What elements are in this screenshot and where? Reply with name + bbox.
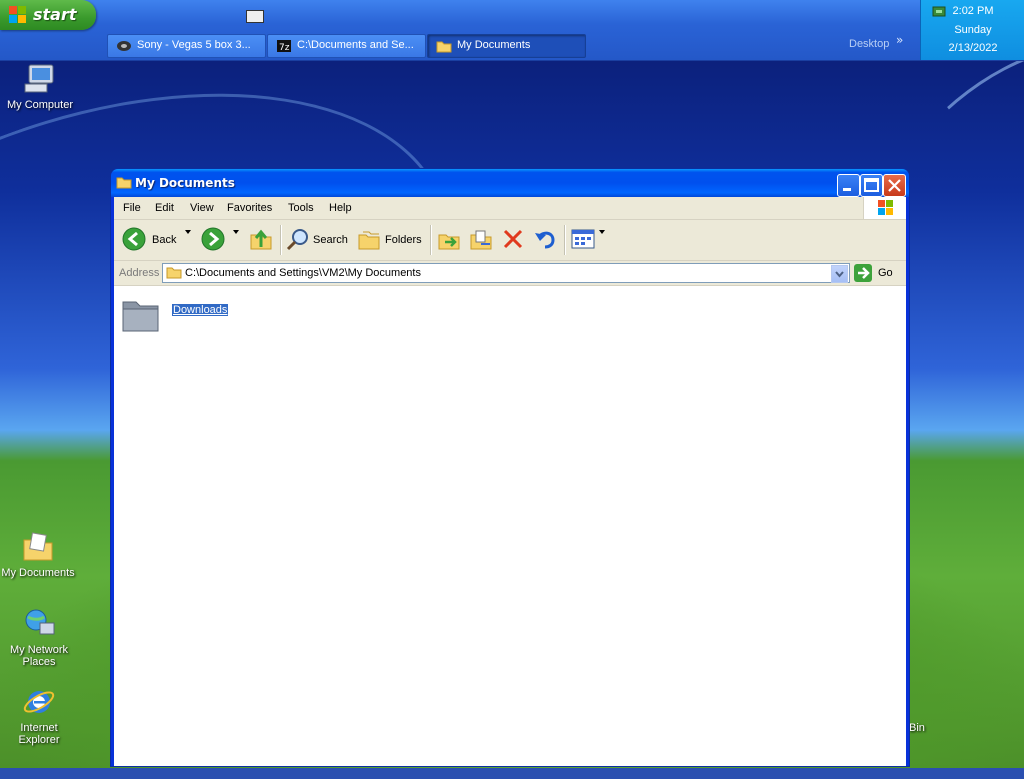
go-arrow-icon <box>854 264 872 282</box>
delete-button[interactable] <box>501 227 527 253</box>
search-icon <box>286 229 308 251</box>
address-label: Address <box>119 267 160 279</box>
up-button[interactable] <box>249 227 275 253</box>
documents-folder-icon <box>21 530 55 564</box>
copy-to-button[interactable] <box>469 227 495 253</box>
back-button[interactable]: Back <box>122 227 184 253</box>
folders-icon <box>358 231 380 250</box>
icon-label: My Computer <box>6 99 74 111</box>
icon-label-line-2: Places <box>22 656 56 668</box>
delete-icon <box>503 229 523 249</box>
move-to-folder-icon <box>438 234 460 250</box>
toolbar-separator <box>430 225 432 255</box>
folders-label: Folders <box>385 234 422 246</box>
go-button[interactable]: Go <box>854 264 902 282</box>
close-button[interactable] <box>883 174 906 197</box>
undo-button[interactable] <box>533 227 559 253</box>
menu-file[interactable]: File <box>123 202 141 214</box>
windows-flag-icon <box>9 6 27 24</box>
icon-label-line-1: Internet <box>20 722 58 734</box>
address-bar: Address C:\Documents and Settings\VM2\My… <box>114 261 906 286</box>
task-label: Sony - Vegas 5 box 3... <box>137 39 251 51</box>
views-icon <box>571 229 595 249</box>
move-to-button[interactable] <box>437 227 463 253</box>
forward-dropdown-icon[interactable] <box>233 230 239 234</box>
forward-button[interactable] <box>201 227 227 253</box>
icon-label-line-1: My Network <box>9 644 69 656</box>
file-list-view[interactable]: Downloads <box>114 286 906 766</box>
system-tray: 2:02 PM Sunday 2/13/2022 <box>920 0 1024 60</box>
views-dropdown-icon[interactable] <box>599 230 605 234</box>
recycle-bin-label[interactable]: Bin <box>909 722 925 734</box>
chevron-icon[interactable]: » <box>896 33 903 47</box>
menu-favorites[interactable]: Favorites <box>227 202 272 214</box>
vegas-icon <box>116 39 132 53</box>
forward-arrow-icon <box>201 227 225 251</box>
desktop-toolbar-link[interactable]: Desktop <box>849 38 889 50</box>
window-client-area: File Edit View Favorites Tools Help Back <box>114 197 906 766</box>
icon-label-line-2: Explorer <box>18 734 60 746</box>
internet-explorer-icon <box>22 685 56 719</box>
clock-time[interactable]: 2:02 PM <box>921 5 1024 17</box>
folder-up-icon <box>250 229 272 250</box>
address-dropdown-button[interactable] <box>831 265 848 283</box>
menu-view[interactable]: View <box>190 202 214 214</box>
undo-icon <box>535 231 555 249</box>
start-button[interactable]: start <box>0 0 96 30</box>
title-bar[interactable]: My Documents <box>111 169 909 197</box>
menu-edit[interactable]: Edit <box>155 202 174 214</box>
folder-icon <box>116 176 132 189</box>
back-arrow-icon <box>122 227 146 251</box>
taskbar-button-vegas[interactable]: Sony - Vegas 5 box 3... <box>107 34 266 58</box>
taskbar-button-7zip[interactable]: 7z C:\Documents and Se... <box>267 34 426 58</box>
copy-to-folder-icon <box>470 230 492 250</box>
explorer-window: My Documents File Edit View Favorites To… <box>111 169 909 766</box>
icon-label: My Documents <box>1 567 75 579</box>
desktop-icon-my-network-places[interactable]: My Network Places <box>0 607 79 668</box>
toolbar-separator <box>564 225 566 255</box>
keyboard-icon[interactable] <box>246 10 264 23</box>
task-label: C:\Documents and Se... <box>297 39 414 51</box>
maximize-button[interactable] <box>860 174 883 197</box>
minimize-button[interactable] <box>837 174 860 197</box>
network-places-icon <box>22 607 56 641</box>
search-button[interactable]: Search <box>286 227 348 253</box>
standard-toolbar: Back Search Folders <box>114 220 906 261</box>
menu-tools[interactable]: Tools <box>288 202 314 214</box>
views-button[interactable] <box>571 227 597 253</box>
clock-date: 2/13/2022 <box>948 42 998 54</box>
address-value: C:\Documents and Settings\VM2\My Documen… <box>185 267 421 279</box>
folder-icon <box>122 298 160 332</box>
back-label: Back <box>152 234 177 246</box>
desktop-icon-my-documents[interactable]: My Documents <box>0 530 78 579</box>
task-label: My Documents <box>457 39 531 51</box>
menu-help[interactable]: Help <box>329 202 352 214</box>
start-label: start <box>33 5 77 24</box>
menu-bar: File Edit View Favorites Tools Help <box>114 197 906 220</box>
clock-day: Sunday <box>954 24 992 36</box>
folder-item-label: Downloads <box>172 304 229 316</box>
folder-item-downloads[interactable]: Downloads <box>122 294 242 338</box>
folder-icon <box>436 39 452 53</box>
folder-icon <box>166 267 182 279</box>
folders-button[interactable]: Folders <box>357 227 423 253</box>
go-label: Go <box>878 267 893 279</box>
7zip-icon: 7z <box>276 39 292 53</box>
taskbar: start Sony - Vegas 5 box 3... 7z C:\Docu… <box>0 0 1024 61</box>
back-dropdown-icon[interactable] <box>185 230 191 234</box>
toolbar-separator <box>280 225 282 255</box>
computer-icon <box>23 62 57 96</box>
desktop-icon-my-computer[interactable]: My Computer <box>0 62 80 111</box>
window-title: My Documents <box>135 176 235 190</box>
desktop-icon-internet-explorer[interactable]: Internet Explorer <box>0 685 79 746</box>
taskbar-button-my-documents[interactable]: My Documents <box>427 34 586 58</box>
address-input[interactable]: C:\Documents and Settings\VM2\My Documen… <box>162 263 850 283</box>
svg-text:7z: 7z <box>279 43 290 53</box>
windows-logo-icon <box>863 197 906 219</box>
search-label: Search <box>313 234 348 246</box>
